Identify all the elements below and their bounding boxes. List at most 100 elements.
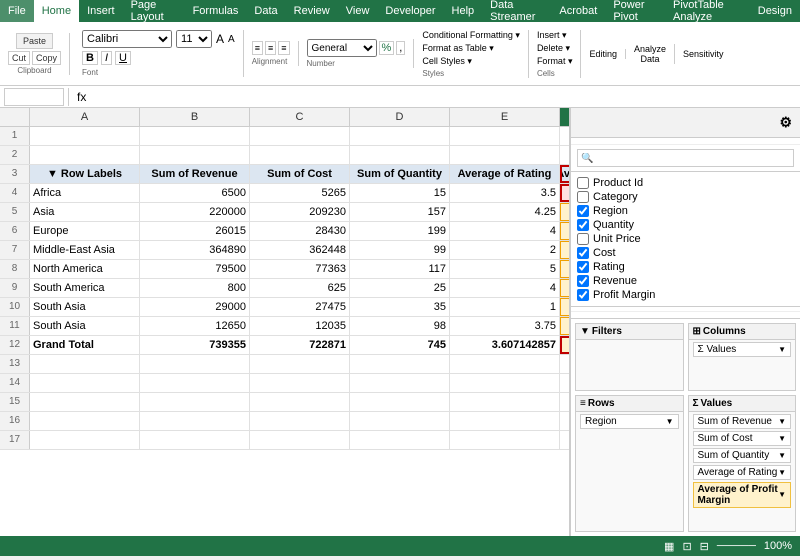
ribbon-tab-acrobat[interactable]: Acrobat: [551, 0, 605, 22]
cell[interactable]: 364890: [140, 241, 250, 259]
cell[interactable]: Grand Total: [30, 336, 140, 354]
col-header-A[interactable]: A: [30, 108, 140, 126]
field-item-profit-margin[interactable]: Profit Margin: [577, 288, 794, 302]
ribbon-tab-page-layout[interactable]: Page Layout: [123, 0, 185, 22]
cell[interactable]: 4.25: [450, 203, 560, 221]
cell[interactable]: 209230: [250, 203, 350, 221]
field-checkbox[interactable]: [577, 275, 589, 287]
col-header-B[interactable]: B: [140, 108, 250, 126]
cell[interactable]: 0.054044853: [560, 336, 570, 354]
field-checkbox[interactable]: [577, 219, 589, 231]
drag-item-sum-of-quantity[interactable]: Sum of Quantity▼: [693, 448, 792, 463]
ribbon-tab-file[interactable]: File: [0, 0, 34, 22]
cell[interactable]: 0.051051724: [560, 260, 570, 278]
ribbon-tab-power-pivot[interactable]: Power Pivot: [605, 0, 665, 22]
cell[interactable]: [140, 393, 250, 411]
cell[interactable]: [250, 393, 350, 411]
cell[interactable]: 2: [450, 241, 560, 259]
ribbon-tab-review[interactable]: Review: [286, 0, 338, 22]
cell[interactable]: Average of Profit Margin: [560, 165, 570, 183]
pivot-search-input[interactable]: [577, 149, 794, 167]
cell[interactable]: [30, 431, 140, 449]
cell[interactable]: 4: [450, 279, 560, 297]
drag-item-average-of-rating[interactable]: Average of Rating▼: [693, 465, 792, 480]
cell[interactable]: [30, 146, 140, 164]
analyze-data[interactable]: AnalyzeData: [634, 44, 666, 64]
drag-item-dropdown-icon[interactable]: ▼: [778, 468, 786, 477]
cell[interactable]: [250, 431, 350, 449]
copy-button[interactable]: Copy: [32, 51, 61, 65]
number-format-selector[interactable]: General: [307, 39, 377, 57]
font-increase[interactable]: A: [216, 32, 224, 46]
view-normal[interactable]: ▦: [664, 540, 674, 553]
cell[interactable]: 98: [350, 317, 450, 335]
cell[interactable]: [350, 412, 450, 430]
cell[interactable]: [560, 146, 570, 164]
cell[interactable]: 26015: [140, 222, 250, 240]
cell[interactable]: [250, 355, 350, 373]
cell[interactable]: 0.052586207: [560, 298, 570, 316]
ribbon-tab-developer[interactable]: Developer: [377, 0, 443, 22]
cell[interactable]: 722871: [250, 336, 350, 354]
cell[interactable]: Asia: [30, 203, 140, 221]
field-item-region[interactable]: Region: [577, 204, 794, 218]
cell[interactable]: [450, 374, 560, 392]
cell[interactable]: 77363: [250, 260, 350, 278]
cell[interactable]: 15: [350, 184, 450, 202]
cell[interactable]: [250, 374, 350, 392]
cell[interactable]: [560, 393, 570, 411]
field-item-product-id[interactable]: Product Id: [577, 176, 794, 190]
cell[interactable]: 29000: [140, 298, 250, 316]
drag-item-dropdown-icon[interactable]: ▼: [778, 490, 786, 499]
cell[interactable]: [350, 355, 450, 373]
cell[interactable]: [30, 374, 140, 392]
sensitivity[interactable]: Sensitivity: [683, 49, 724, 59]
drag-item-dropdown-icon[interactable]: ▼: [778, 417, 786, 426]
cell[interactable]: Africa: [30, 184, 140, 202]
cell[interactable]: [450, 127, 560, 145]
cell[interactable]: [250, 412, 350, 430]
cell[interactable]: 6500: [140, 184, 250, 202]
cell[interactable]: 25: [350, 279, 450, 297]
cell[interactable]: 0.079469697: [560, 317, 570, 335]
ribbon-tab-formulas[interactable]: Formulas: [185, 0, 247, 22]
field-checkbox[interactable]: [577, 289, 589, 301]
cell[interactable]: 0.21875: [560, 279, 570, 297]
cell[interactable]: 800: [140, 279, 250, 297]
ribbon-tab-view[interactable]: View: [338, 0, 378, 22]
cell[interactable]: [560, 355, 570, 373]
cell[interactable]: [30, 412, 140, 430]
cell[interactable]: 12650: [140, 317, 250, 335]
col-header-F[interactable]: F: [560, 108, 570, 126]
cell[interactable]: South Asia: [30, 317, 140, 335]
cell[interactable]: -0.065262782: [560, 222, 570, 240]
cell[interactable]: Average of Rating: [450, 165, 560, 183]
cell[interactable]: 35: [350, 298, 450, 316]
cell[interactable]: [350, 127, 450, 145]
field-checkbox[interactable]: [577, 233, 589, 245]
field-item-unit-price[interactable]: Unit Price: [577, 232, 794, 246]
cell[interactable]: 3.75: [450, 317, 560, 335]
cell[interactable]: [450, 412, 560, 430]
cell[interactable]: [450, 355, 560, 373]
drag-item-average-of-profit-margin[interactable]: Average of Profit Margin▼: [693, 482, 792, 508]
field-checkbox[interactable]: [577, 191, 589, 203]
underline-button[interactable]: U: [115, 51, 131, 65]
format-as-table[interactable]: Format as Table ▾: [422, 43, 520, 54]
drag-item-σ-values[interactable]: Σ Values▼: [693, 342, 792, 357]
cell[interactable]: [140, 355, 250, 373]
cell[interactable]: [140, 146, 250, 164]
function-icon[interactable]: fx: [73, 90, 90, 104]
align-center[interactable]: ≡: [265, 41, 276, 55]
cell[interactable]: Europe: [30, 222, 140, 240]
cell[interactable]: Sum of Cost: [250, 165, 350, 183]
cell[interactable]: 3.5: [450, 184, 560, 202]
cell[interactable]: Sum of Revenue: [140, 165, 250, 183]
ribbon-tab-data[interactable]: Data: [246, 0, 285, 22]
field-checkbox[interactable]: [577, 205, 589, 217]
col-header-D[interactable]: D: [350, 108, 450, 126]
cell[interactable]: 0.051720371: [560, 203, 570, 221]
col-header-E[interactable]: E: [450, 108, 560, 126]
delete-button[interactable]: Delete ▾: [537, 43, 573, 54]
field-item-cost[interactable]: Cost: [577, 246, 794, 260]
